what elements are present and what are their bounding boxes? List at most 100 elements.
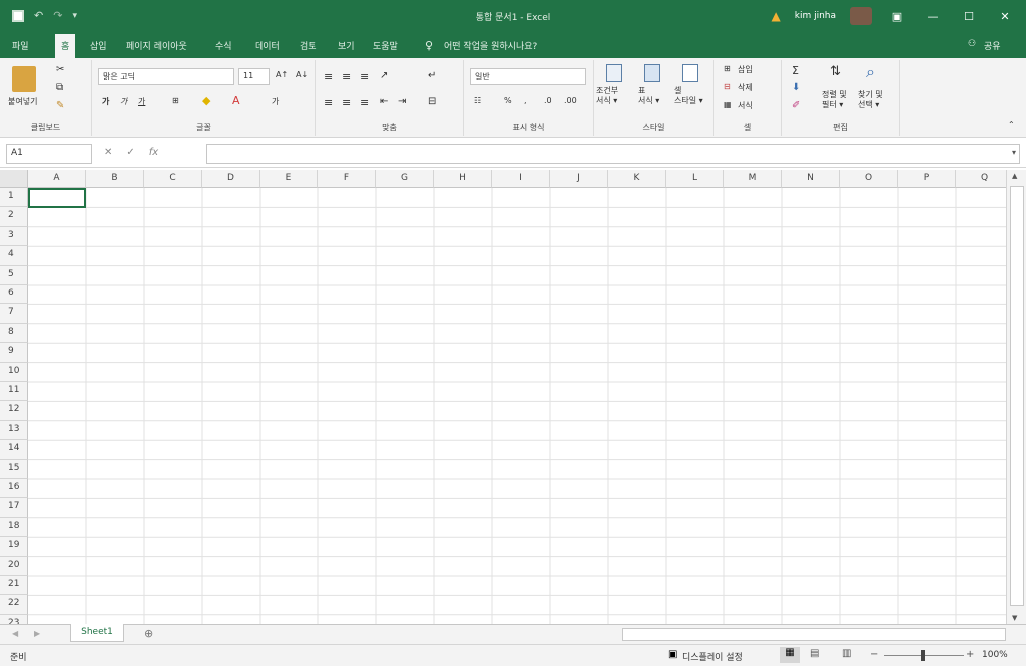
tab-help[interactable]: 도움말: [373, 39, 398, 52]
wrap-text-icon[interactable]: ↵: [428, 70, 436, 81]
delete-cells-button[interactable]: 삭제: [738, 82, 753, 93]
confirm-entry-icon[interactable]: ✓: [126, 147, 134, 158]
tab-formulas[interactable]: 수식: [215, 39, 232, 52]
delete-cells-icon[interactable]: ⊟: [724, 82, 731, 91]
row-header-15[interactable]: 15: [0, 459, 28, 479]
italic-button[interactable]: 가: [120, 96, 127, 107]
number-format-box[interactable]: 일반: [470, 68, 586, 85]
conditional-formatting-icon[interactable]: [606, 64, 622, 82]
font-color-icon[interactable]: A: [232, 94, 240, 107]
decrease-font-icon[interactable]: A↓: [296, 70, 308, 79]
column-header-c[interactable]: C: [144, 170, 202, 188]
fill-icon[interactable]: ⬇: [792, 82, 800, 93]
maximize-button[interactable]: ☐: [958, 10, 980, 23]
tell-me-search[interactable]: 어떤 작업을 원하시나요?: [444, 39, 537, 52]
scroll-down-arrow[interactable]: ▼: [1012, 614, 1017, 622]
row-header-18[interactable]: 18: [0, 517, 28, 538]
insert-cells-button[interactable]: 삽입: [738, 64, 753, 75]
format-as-table-icon[interactable]: [644, 64, 660, 82]
tab-data[interactable]: 데이터: [255, 39, 280, 52]
font-name-box[interactable]: 맑은 고딕: [98, 68, 234, 85]
column-header-p[interactable]: P: [898, 170, 956, 188]
column-header-a[interactable]: A: [28, 170, 86, 188]
name-box[interactable]: A1: [6, 144, 92, 164]
find-select-icon[interactable]: ⌕: [866, 62, 875, 82]
row-header-10[interactable]: 10: [0, 362, 28, 382]
cancel-entry-icon[interactable]: ✕: [104, 147, 112, 158]
format-painter-icon[interactable]: ✎: [56, 100, 64, 111]
underline-button[interactable]: 가: [138, 96, 145, 107]
merge-center-icon[interactable]: ⊟: [428, 96, 436, 107]
cell-styles-button[interactable]: 셀 스타일 ▾: [674, 86, 703, 106]
zoom-out-icon[interactable]: −: [870, 649, 878, 660]
row-header-19[interactable]: 19: [0, 537, 28, 557]
row-header-2[interactable]: 2: [0, 207, 28, 227]
column-header-f[interactable]: F: [318, 170, 376, 188]
expand-formula-bar-icon[interactable]: ▾: [1012, 148, 1016, 157]
user-name[interactable]: kim jinha: [795, 11, 836, 21]
warning-icon[interactable]: ▲: [772, 9, 781, 23]
row-header-5[interactable]: 5: [0, 265, 28, 285]
column-header-i[interactable]: I: [492, 170, 550, 188]
tab-file[interactable]: 파일: [12, 39, 29, 52]
page-layout-view-icon[interactable]: ▤: [810, 648, 819, 659]
column-header-k[interactable]: K: [608, 170, 666, 188]
sort-filter-icon[interactable]: ⇅: [830, 64, 841, 79]
copy-icon[interactable]: ⧉: [56, 82, 63, 93]
increase-decimal-icon[interactable]: .0: [544, 96, 552, 105]
row-header-1[interactable]: 1: [0, 188, 28, 208]
column-header-o[interactable]: O: [840, 170, 898, 188]
find-select-button[interactable]: 찾기 및 선택 ▾: [858, 90, 883, 110]
row-header-13[interactable]: 13: [0, 420, 28, 441]
increase-font-icon[interactable]: A↑: [276, 70, 288, 79]
clear-icon[interactable]: ✐: [792, 100, 800, 111]
share-button[interactable]: 공유: [984, 39, 1001, 52]
align-bottom-icon[interactable]: ≡: [360, 70, 369, 83]
row-header-20[interactable]: 20: [0, 556, 28, 576]
select-all-button[interactable]: [0, 170, 28, 188]
insert-cells-icon[interactable]: ⊞: [724, 64, 731, 73]
autosum-icon[interactable]: Σ: [792, 64, 799, 77]
insert-function-button[interactable]: fx: [149, 147, 158, 158]
sort-filter-button[interactable]: 정렬 및 필터 ▾: [822, 90, 847, 110]
paste-icon[interactable]: [12, 66, 36, 92]
worksheet-grid[interactable]: ABCDEFGHIJKLMNOPQ 1 2 3 4 5 6 7 8 9 10 11 12 13 14 15 1…: [0, 170, 1026, 635]
minimize-button[interactable]: —: [922, 10, 944, 23]
align-top-icon[interactable]: ≡: [324, 70, 333, 83]
cut-icon[interactable]: ✂: [56, 64, 64, 75]
vertical-scrollbar[interactable]: ▲ ▼: [1006, 170, 1026, 624]
font-size-box[interactable]: 11: [238, 68, 270, 85]
avatar[interactable]: [850, 7, 872, 25]
collapse-ribbon-icon[interactable]: ⌃: [1008, 120, 1015, 129]
row-header-21[interactable]: 21: [0, 576, 28, 596]
tab-home[interactable]: 홈: [55, 34, 76, 58]
fill-color-icon[interactable]: ◆: [202, 94, 210, 107]
row-header-4[interactable]: 4: [0, 246, 28, 266]
row-header-11[interactable]: 11: [0, 382, 28, 402]
tab-review[interactable]: 검토: [300, 39, 317, 52]
row-header-3[interactable]: 3: [0, 226, 28, 247]
cell-styles-icon[interactable]: [682, 64, 698, 82]
tab-page-layout[interactable]: 페이지 레이아웃: [126, 39, 187, 52]
tab-insert[interactable]: 삽입: [90, 39, 107, 52]
ribbon-display-options-icon[interactable]: ▣: [886, 10, 908, 23]
formula-input[interactable]: [206, 144, 1020, 164]
page-break-view-icon[interactable]: ▥: [842, 648, 851, 659]
align-right-icon[interactable]: ≡: [360, 96, 369, 109]
row-header-7[interactable]: 7: [0, 304, 28, 324]
align-middle-icon[interactable]: ≡: [342, 70, 351, 83]
column-header-d[interactable]: D: [202, 170, 260, 188]
row-header-16[interactable]: 16: [0, 479, 28, 499]
row-header-17[interactable]: 17: [0, 498, 28, 518]
decrease-decimal-icon[interactable]: .00: [564, 96, 577, 105]
align-left-icon[interactable]: ≡: [324, 96, 333, 109]
format-cells-icon[interactable]: ▦: [724, 100, 732, 109]
column-header-n[interactable]: N: [782, 170, 840, 188]
horizontal-scrollbar[interactable]: [622, 628, 1006, 641]
column-header-l[interactable]: L: [666, 170, 724, 188]
new-sheet-icon[interactable]: ⊕: [144, 627, 153, 640]
increase-indent-icon[interactable]: ⇥: [398, 96, 406, 107]
conditional-formatting-button[interactable]: 조건부 서식 ▾: [596, 86, 618, 106]
next-sheet-icon[interactable]: ▶: [34, 629, 40, 638]
sheet-tab-sheet1[interactable]: Sheet1: [70, 624, 124, 642]
